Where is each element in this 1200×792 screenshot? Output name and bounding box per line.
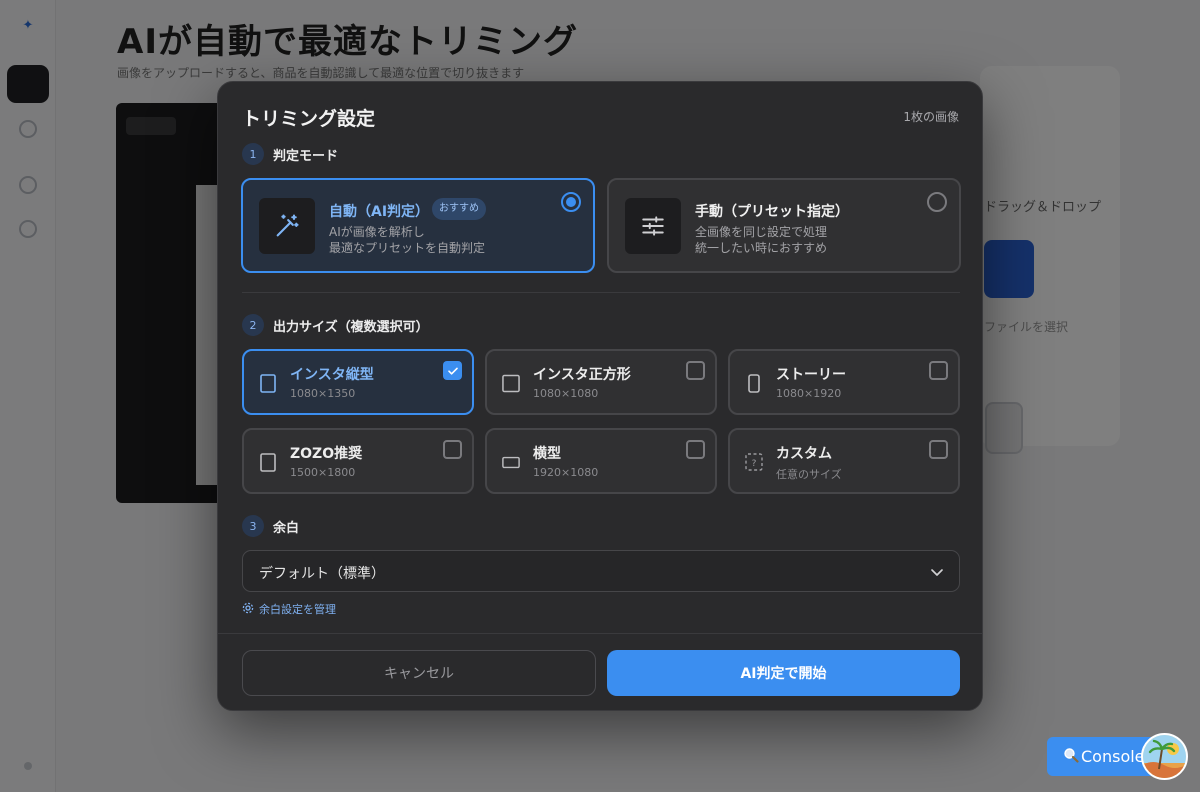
step-margin: 3 余白 <box>242 515 299 537</box>
step-number: 2 <box>242 314 264 336</box>
mode-description: AIが画像を解析し 最適なプリセットを自動判定 <box>329 224 485 256</box>
mode-desc-line: 全画像を同じ設定で処理 <box>695 225 828 239</box>
size-checkbox[interactable] <box>686 361 705 380</box>
mode-title: 自動（AI判定） <box>329 204 430 220</box>
svg-text:?: ? <box>752 459 757 469</box>
margin-select-value: デフォルト（標準） <box>259 566 385 582</box>
landscape-rect-icon <box>502 452 520 472</box>
start-ai-button[interactable]: AI判定で開始 <box>607 650 960 696</box>
mode-title: 手動（プリセット指定） <box>695 204 849 220</box>
size-checkbox[interactable] <box>929 440 948 459</box>
avatar[interactable] <box>1141 733 1188 780</box>
size-checkbox[interactable] <box>929 361 948 380</box>
margin-select[interactable]: デフォルト（標準） <box>242 550 960 592</box>
size-title: ストーリー <box>776 367 846 383</box>
size-option-landscape[interactable]: 横型 1920×1080 <box>485 428 717 494</box>
dialog-title: トリミング設定 <box>242 108 376 130</box>
size-dimensions: 任意のサイズ <box>776 468 842 481</box>
size-dimensions: 1080×1920 <box>776 387 842 400</box>
step-mode: 1 判定モード <box>242 143 338 165</box>
gear-icon <box>242 602 254 617</box>
size-checkbox[interactable] <box>686 440 705 459</box>
mode-desc-line: 統一したい時におすすめ <box>695 241 828 255</box>
manage-margin-link[interactable]: 余白設定を管理 <box>242 601 336 617</box>
divider <box>242 292 960 293</box>
recommended-badge: おすすめ <box>432 198 486 220</box>
size-dimensions: 1920×1080 <box>533 466 599 479</box>
size-dimensions: 1500×1800 <box>290 466 356 479</box>
mode-desc-line: AIが画像を解析し <box>329 225 425 239</box>
size-title: インスタ正方形 <box>533 367 631 383</box>
cancel-button[interactable]: キャンセル <box>242 650 596 696</box>
step-label: 出力サイズ（複数選択可） <box>273 319 429 335</box>
mode-desc-line: 最適なプリセットを自動判定 <box>329 241 486 255</box>
size-option-insta-portrait[interactable]: インスタ縦型 1080×1350 <box>242 349 474 415</box>
trimming-settings-dialog: トリミング設定 1枚の画像 1 判定モード 自動（AI判定） おすすめ AIが画… <box>217 81 983 711</box>
step-output-size: 2 出力サイズ（複数選択可） <box>242 314 429 336</box>
dashed-rect-icon: ? <box>745 452 763 472</box>
square-icon <box>502 373 520 393</box>
step-label: 余白 <box>273 520 300 536</box>
size-dimensions: 1080×1080 <box>533 387 599 400</box>
size-title: カスタム <box>776 446 832 462</box>
mode-description: 全画像を同じ設定で処理 統一したい時におすすめ <box>695 224 827 256</box>
size-title: ZOZO推奨 <box>290 446 363 462</box>
magnifier-icon <box>1063 747 1079 767</box>
manage-margin-label: 余白設定を管理 <box>259 603 336 616</box>
size-option-custom[interactable]: ? カスタム 任意のサイズ <box>728 428 960 494</box>
step-number: 1 <box>242 143 264 165</box>
mode-auto-card[interactable]: 自動（AI判定） おすすめ AIが画像を解析し 最適なプリセットを自動判定 <box>241 178 595 273</box>
check-icon <box>447 367 458 375</box>
chevron-down-icon <box>929 564 945 580</box>
phone-icon <box>745 373 763 393</box>
mode-manual-card[interactable]: 手動（プリセット指定） 全画像を同じ設定で処理 統一したい時におすすめ <box>607 178 961 273</box>
size-option-insta-square[interactable]: インスタ正方形 1080×1080 <box>485 349 717 415</box>
size-checkbox[interactable] <box>443 440 462 459</box>
size-title: インスタ縦型 <box>290 367 374 383</box>
dialog-footer: キャンセル AI判定で開始 <box>218 633 982 710</box>
size-title: 横型 <box>533 446 561 462</box>
mode-manual-radio[interactable] <box>927 192 947 212</box>
step-label: 判定モード <box>273 148 339 164</box>
portrait-rect-icon <box>259 373 277 393</box>
size-checkbox[interactable] <box>443 361 462 380</box>
console-label: Console <box>1081 747 1145 766</box>
mode-auto-radio[interactable] <box>561 192 581 212</box>
step-number: 3 <box>242 515 264 537</box>
size-dimensions: 1080×1350 <box>290 387 356 400</box>
sliders-icon <box>625 198 681 254</box>
size-option-story[interactable]: ストーリー 1080×1920 <box>728 349 960 415</box>
magic-wand-icon <box>259 198 315 254</box>
size-option-zozo[interactable]: ZOZO推奨 1500×1800 <box>242 428 474 494</box>
image-count: 1枚の画像 <box>903 110 959 124</box>
portrait-rect-icon <box>259 452 277 472</box>
